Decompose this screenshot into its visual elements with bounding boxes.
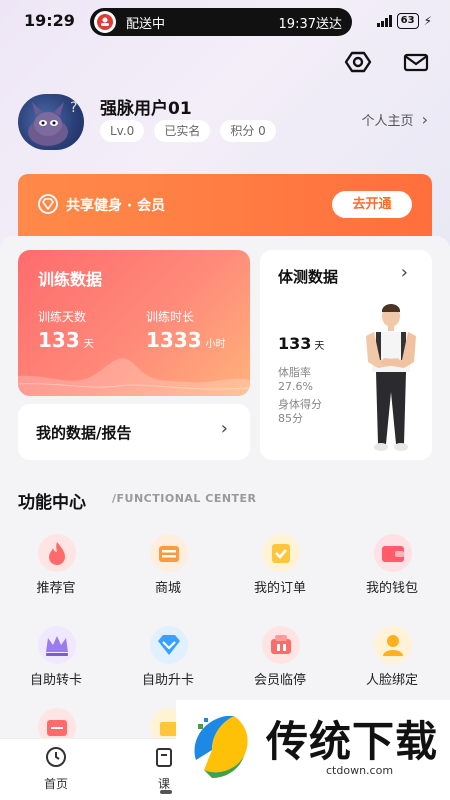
points-badge: 积分 0 [220, 120, 276, 142]
my-data-report-card[interactable]: 我的数据/报告 › [18, 404, 250, 460]
chevron-right-icon: › [400, 262, 408, 283]
status-time: 19:29 [24, 11, 75, 30]
status-bar: 19:29 配送中 19:37送达 63 ⚡ [0, 0, 450, 44]
watermark-overlay: 传统下载 ctdown.com [176, 700, 450, 800]
fc-item-label: 我的订单 [253, 581, 306, 596]
battery-icon: 63 [396, 13, 419, 29]
fc-item-card-upgrade[interactable]: 自助升卡 [128, 626, 208, 696]
fc-item-shop[interactable]: 商城 [128, 534, 208, 604]
charging-icon: ⚡ [423, 14, 432, 28]
fc-item-label: 商城 [154, 581, 181, 596]
clock-home-icon [46, 747, 66, 767]
fc-item-label: 自助升卡 [141, 673, 194, 688]
fc-item-face-binding[interactable]: 人脸绑定 [352, 626, 432, 696]
body-fat-label: 体脂率 [278, 366, 311, 379]
function-center-subtitle: /FUNCTIONAL CENTER [112, 492, 257, 505]
fc-item-recommender[interactable]: 推荐官 [16, 534, 96, 604]
activate-membership-button[interactable]: 去开通 [332, 191, 412, 218]
svg-text:?: ? [70, 100, 77, 116]
training-duration-label: 训练时长 [146, 310, 195, 324]
watermark-url: ctdown.com [326, 764, 394, 777]
diamond-icon [150, 626, 188, 664]
order-icon [262, 534, 300, 572]
settings-icon[interactable] [344, 48, 372, 76]
fc-item-label: 我的钱包 [365, 581, 418, 596]
verified-badge: 已实名 [154, 120, 211, 142]
level-badge: Lv.0 [100, 120, 145, 142]
system-indicators: 63 ⚡ [376, 13, 432, 29]
crown-icon [38, 626, 76, 664]
fc-item-wallet[interactable]: 我的钱包 [352, 534, 432, 604]
training-days-value: 133 天 [38, 328, 94, 352]
course-icon [156, 748, 172, 767]
training-duration-value: 1333 小时 [146, 328, 226, 352]
personal-homepage-label: 个人主页 [361, 114, 414, 129]
chevron-right-icon: › [220, 418, 228, 439]
home-indicator [160, 790, 172, 794]
delivery-status-pill[interactable]: 配送中 19:37送达 [90, 8, 352, 36]
delivery-status-text: 配送中 [126, 17, 166, 32]
profile-tags: Lv.0 已实名 积分 0 [100, 120, 276, 142]
membership-banner[interactable]: 共享健身 · 会员 去开通 [18, 174, 432, 236]
my-data-report-label: 我的数据/报告 [36, 424, 132, 442]
shop-icon [150, 534, 188, 572]
body-fat-value: 27.6% [278, 380, 313, 393]
fc-item-label: 推荐官 [36, 581, 76, 596]
flame-icon [38, 534, 76, 572]
tab-home[interactable]: 首页 [26, 745, 86, 792]
username: 强脉用户01 [100, 99, 192, 119]
membership-label: 共享健身 · 会员 [66, 198, 166, 214]
wallet-icon [374, 534, 412, 572]
diamond-icon [38, 194, 58, 214]
body-score-value: 85分 [278, 412, 303, 425]
avatar[interactable]: ? [18, 94, 84, 150]
message-icon[interactable] [402, 48, 430, 76]
fc-item-label: 自助转卡 [29, 673, 82, 688]
training-data-title: 训练数据 [38, 270, 103, 289]
signal-icon [376, 15, 392, 27]
delivery-eta-text: 19:37送达 [278, 17, 342, 32]
fc-item-label: 人脸绑定 [365, 673, 418, 688]
personal-homepage-link[interactable]: 个人主页 › [361, 110, 428, 129]
watermark-logo [194, 716, 248, 778]
training-days-label: 训练天数 [38, 310, 87, 324]
delivery-rider-icon [94, 11, 116, 33]
training-data-card[interactable]: 训练数据 训练天数 133 天 训练时长 1333 小时 [18, 250, 250, 396]
fc-item-label: 会员临停 [253, 673, 306, 688]
body-test-days: 133 天 [278, 334, 325, 353]
body-test-card[interactable]: 体测数据 › 133 天 体脂率 27.6% 身体得分 85分 [260, 250, 432, 460]
watermark-text: 传统下载 [266, 717, 439, 766]
pause-card-icon [262, 626, 300, 664]
fc-item-card-transfer[interactable]: 自助转卡 [16, 626, 96, 696]
fitness-figure-illustration [366, 304, 416, 451]
chevron-right-icon: › [421, 110, 428, 129]
body-score-label: 身体得分 [278, 398, 322, 411]
tab-home-label: 首页 [43, 777, 68, 791]
fc-item-orders[interactable]: 我的订单 [240, 534, 320, 604]
fc-item-member-pause[interactable]: 会员临停 [240, 626, 320, 696]
function-center-title: 功能中心 [18, 493, 86, 513]
face-icon [374, 626, 412, 664]
body-test-title: 体测数据 [278, 268, 339, 286]
